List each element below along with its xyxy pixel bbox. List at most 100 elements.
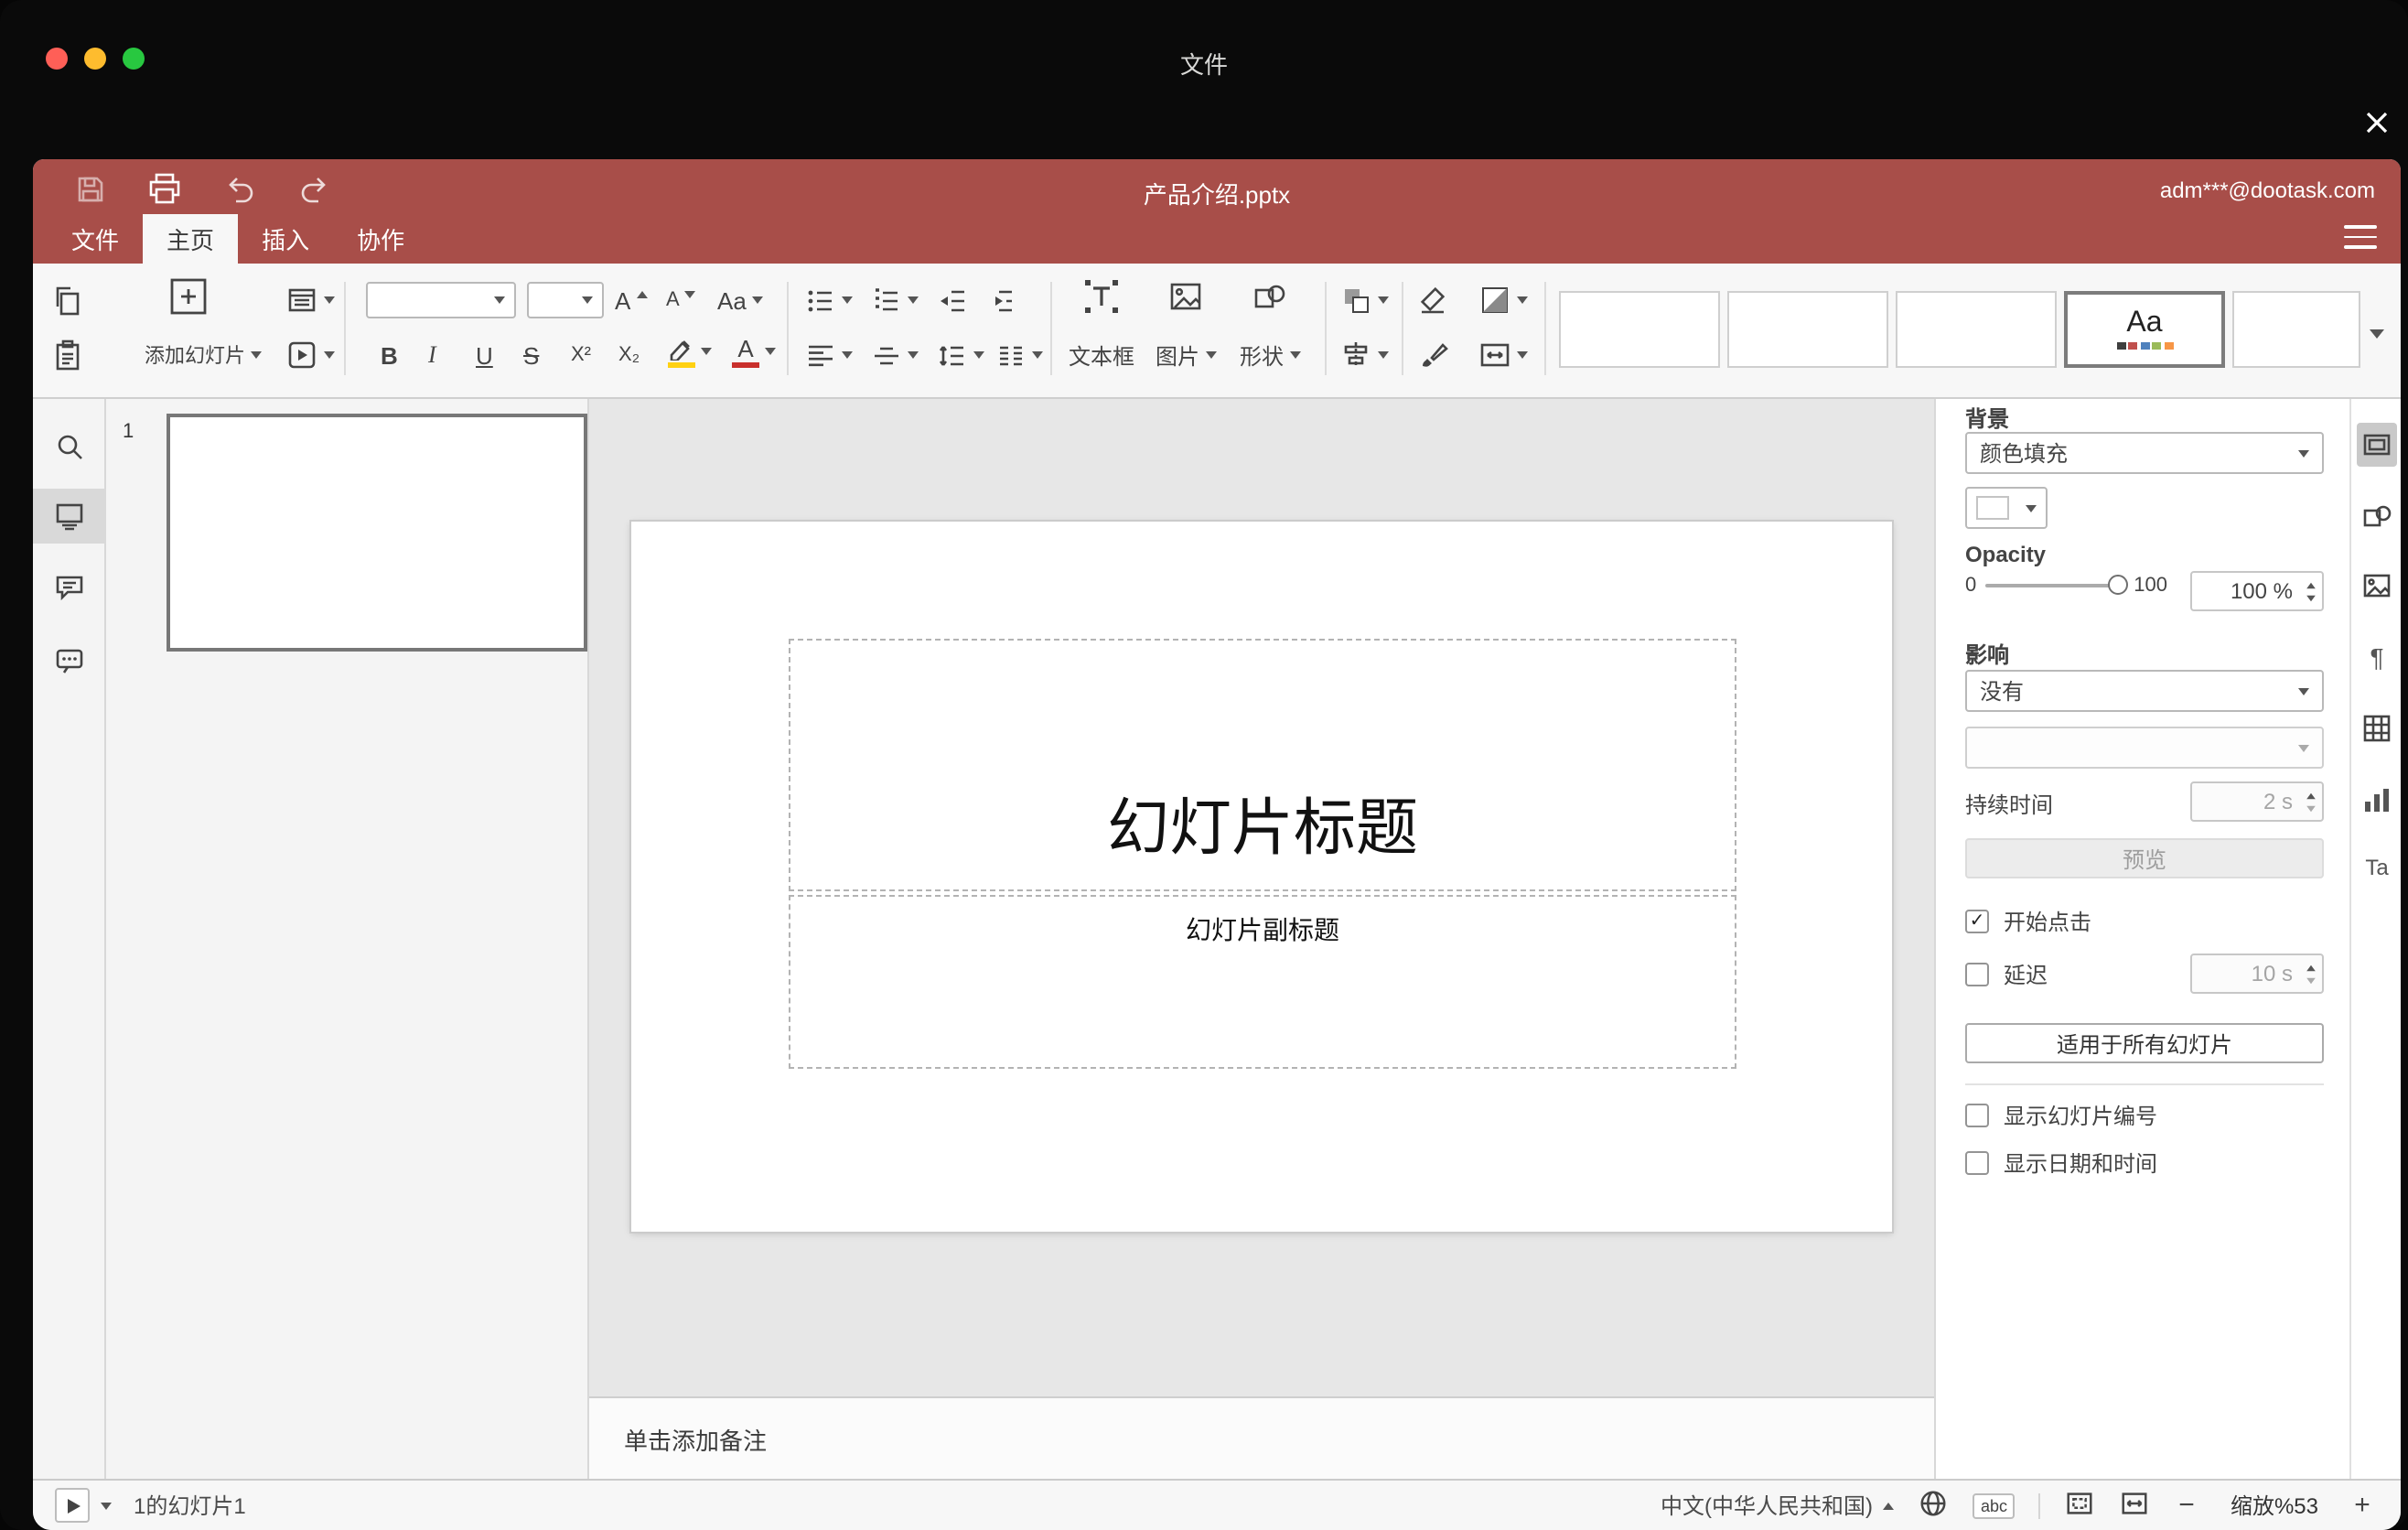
shape-button[interactable]: 形状 — [1222, 333, 1317, 377]
show-slide-number-checkbox[interactable]: 显示幻灯片编号 — [1965, 1100, 2157, 1131]
zoom-out-button[interactable]: − — [2174, 1490, 2199, 1521]
add-slide-icon[interactable] — [168, 275, 209, 318]
slide-layout-dropdown[interactable] — [285, 278, 335, 322]
text-art-settings-icon[interactable]: Ta — [2357, 846, 2397, 889]
arrange-shape-dropdown[interactable] — [1339, 278, 1389, 322]
increase-font-button[interactable]: A — [615, 278, 648, 322]
delay-spinner[interactable]: 10 s — [2190, 954, 2324, 994]
strikeout-button[interactable]: S — [523, 333, 539, 377]
tab-collaboration[interactable]: 协作 — [333, 214, 428, 264]
theme-cell-1[interactable] — [1559, 291, 1720, 368]
paragraph-settings-icon[interactable]: ¶ — [2357, 635, 2397, 679]
horizontal-align-dropdown[interactable] — [805, 333, 853, 377]
start-slideshow-dropdown[interactable] — [285, 333, 335, 377]
table-settings-icon[interactable] — [2357, 706, 2397, 750]
clear-style-icon[interactable] — [1416, 278, 1449, 322]
print-icon[interactable] — [148, 172, 181, 205]
zoom-in-button[interactable]: + — [2349, 1490, 2375, 1521]
shape-icon[interactable] — [1252, 275, 1288, 318]
image-settings-icon[interactable] — [2357, 564, 2397, 608]
preview-button[interactable]: 预览 — [1965, 838, 2324, 878]
opacity-slider-knob[interactable] — [2108, 575, 2129, 595]
copy-style-icon[interactable] — [1416, 333, 1449, 377]
apply-to-all-button[interactable]: 适用于所有幻灯片 — [1965, 1023, 2324, 1063]
slide-title-text: 幻灯片标题 — [1107, 794, 1418, 864]
checkbox-unchecked-icon[interactable] — [1965, 963, 1989, 986]
theme-cell-5[interactable] — [2232, 291, 2360, 368]
theme-cell-3[interactable] — [1896, 291, 2057, 368]
checkbox-checked-icon[interactable]: ✓ — [1965, 910, 1989, 933]
effect-select[interactable]: 没有 — [1965, 670, 2324, 712]
slide-thumbnail-1[interactable] — [167, 414, 587, 652]
align-shape-dropdown[interactable] — [1339, 333, 1389, 377]
font-name-combo[interactable] — [366, 282, 516, 318]
tab-insert[interactable]: 插入 — [238, 214, 333, 264]
show-date-time-checkbox[interactable]: 显示日期和时间 — [1965, 1148, 2157, 1179]
bullets-dropdown[interactable] — [805, 278, 853, 322]
copy-button[interactable] — [51, 278, 84, 322]
hamburger-menu-icon[interactable] — [2344, 225, 2377, 249]
paste-button[interactable] — [51, 333, 84, 377]
slideshow-options-chevron-icon[interactable] — [101, 1502, 112, 1509]
superscript-button[interactable]: X² — [571, 333, 591, 377]
tab-file[interactable]: 文件 — [48, 214, 143, 264]
slide-size-dropdown[interactable] — [1478, 333, 1528, 377]
theme-cell-selected[interactable]: Aa — [2064, 291, 2225, 368]
language-selector[interactable]: 中文(中华人民共和国) — [1661, 1490, 1895, 1521]
close-icon[interactable] — [2357, 102, 2397, 143]
slide-subtitle-placeholder[interactable]: 幻灯片副标题 — [789, 895, 1736, 1069]
search-icon[interactable] — [33, 419, 106, 474]
theme-gallery-expand-icon[interactable] — [2370, 311, 2384, 355]
highlight-color-dropdown[interactable] — [666, 329, 712, 373]
text-box-icon[interactable] — [1083, 275, 1120, 318]
vertical-align-dropdown[interactable] — [871, 333, 919, 377]
spellcheck-icon[interactable]: abc — [1973, 1492, 2015, 1518]
bold-button[interactable]: B — [381, 333, 398, 377]
chat-icon[interactable] — [33, 633, 106, 688]
checkbox-unchecked-icon[interactable] — [1965, 1104, 1989, 1127]
subscript-button[interactable]: X₂ — [618, 333, 640, 377]
image-button[interactable]: 图片 — [1138, 333, 1233, 377]
numbering-dropdown[interactable] — [871, 278, 919, 322]
underline-button[interactable]: U — [476, 333, 493, 377]
background-color-swatch-select[interactable] — [1965, 487, 2048, 529]
checkbox-unchecked-icon[interactable] — [1965, 1151, 1989, 1175]
redo-icon[interactable] — [298, 172, 331, 205]
theme-cell-2[interactable] — [1727, 291, 1888, 368]
fit-slide-icon[interactable] — [2064, 1487, 2095, 1524]
image-icon[interactable] — [1167, 275, 1204, 318]
color-scheme-dropdown[interactable] — [1478, 278, 1528, 322]
font-color-dropdown[interactable]: A — [732, 329, 776, 373]
italic-button[interactable]: I — [428, 333, 436, 377]
opacity-slider[interactable] — [1985, 575, 2129, 595]
undo-icon[interactable] — [223, 172, 256, 205]
duration-spinner[interactable]: 2 s — [2190, 781, 2324, 822]
tab-home[interactable]: 主页 — [143, 214, 239, 264]
font-size-combo[interactable] — [527, 282, 604, 318]
chart-settings-icon[interactable] — [2357, 778, 2397, 822]
shape-label: 形状 — [1239, 343, 1284, 369]
increase-indent-button[interactable] — [984, 278, 1016, 322]
start-on-click-checkbox[interactable]: ✓ 开始点击 — [1965, 906, 2091, 937]
shape-settings-icon[interactable] — [2357, 494, 2397, 538]
delay-checkbox[interactable]: 延迟 — [1965, 959, 2048, 990]
slide-canvas[interactable]: 幻灯片标题 幻灯片副标题 — [631, 522, 1892, 1232]
line-spacing-dropdown[interactable] — [937, 333, 984, 377]
slide-settings-icon[interactable] — [2357, 423, 2397, 467]
fit-width-icon[interactable] — [2119, 1487, 2150, 1524]
start-slideshow-status-icon[interactable] — [55, 1488, 90, 1523]
change-case-dropdown[interactable]: Aa — [717, 278, 763, 322]
slides-panel-icon[interactable] — [33, 489, 106, 544]
decrease-font-button[interactable]: A — [666, 278, 696, 322]
columns-dropdown[interactable] — [995, 333, 1043, 377]
slide-title-placeholder[interactable]: 幻灯片标题 — [789, 639, 1736, 891]
opacity-spinner[interactable]: 100 % — [2190, 571, 2324, 611]
comments-icon[interactable] — [33, 560, 106, 615]
decrease-indent-button[interactable] — [937, 278, 968, 322]
background-fill-select[interactable]: 颜色填充 — [1965, 432, 2324, 474]
save-icon[interactable] — [73, 172, 106, 205]
notes-area[interactable]: 单击添加备注 — [589, 1396, 1934, 1479]
add-slide-button[interactable]: 添加幻灯片 — [124, 333, 282, 377]
globe-icon[interactable] — [1919, 1487, 1950, 1524]
effect-option-select[interactable] — [1965, 727, 2324, 769]
